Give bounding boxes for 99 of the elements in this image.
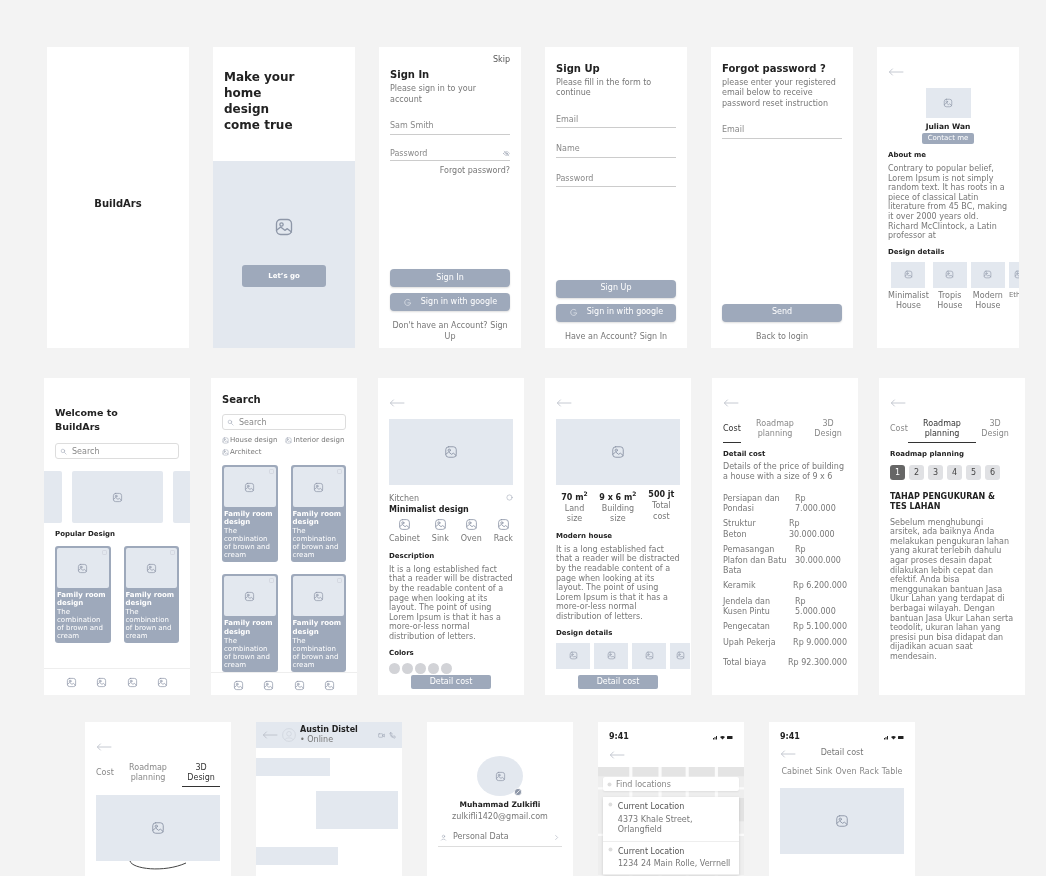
google-sign-in-button[interactable]: Sign in with google: [556, 303, 676, 322]
cost-item: Upah Pekerja: [723, 637, 776, 649]
tab[interactable]: Roadmap planning: [907, 419, 977, 443]
total-label: Total biaya: [723, 658, 767, 669]
detail-cost-button[interactable]: Detail cost: [578, 675, 658, 689]
subtitle-text: Please fill in the form to continue: [556, 78, 653, 99]
screen-title: Sign Up: [556, 63, 601, 74]
cost-amount: Rp 30.000.000: [795, 545, 842, 567]
password-field[interactable]: Password: [390, 146, 510, 161]
step-button[interactable]: 1: [890, 464, 905, 480]
stat-label: Land size: [563, 504, 586, 525]
tab[interactable]: Roadmap planning: [113, 763, 183, 787]
tab[interactable]: Roadmap planning: [740, 419, 810, 443]
search-field[interactable]: Search: [55, 443, 179, 459]
cost-amount: Rp 9.000.000: [793, 637, 847, 649]
location-title[interactable]: Current Location: [618, 846, 731, 857]
tab[interactable]: Cost: [96, 763, 114, 787]
subtitle-text: Details of the price of building a house with a size of 9 x 6: [723, 461, 845, 483]
primary-button[interactable]: Sign In: [390, 269, 510, 288]
input-field[interactable]: Sam Smith: [390, 119, 510, 135]
status-text: • Online: [300, 735, 335, 746]
screen-title: Detail cost: [819, 748, 865, 759]
location-address: 1234 24 Main Rolle, Verrnell: [618, 858, 731, 870]
input-field[interactable]: Email: [722, 123, 842, 139]
tab[interactable]: 3D Design: [182, 763, 220, 787]
app-logo: BuildArs: [94, 198, 142, 209]
paragraph-text: It is a long established fact that a reader will be distracted by the readable content of a page when looking at its layout. The point of using Lorem Ipsum is that it has a more-or-less normal distribution of letters.: [556, 544, 680, 622]
email-text: zulkifli1420@gmail.com: [451, 812, 549, 823]
detail-cost-button[interactable]: Detail cost: [411, 675, 491, 689]
status-time: 9:41: [780, 732, 800, 743]
footer-link[interactable]: Back to login: [722, 331, 842, 342]
category-label: Cabinet: [389, 534, 420, 545]
footer-link[interactable]: Don't have an Account? Sign Up: [390, 321, 510, 342]
total-amount: Rp 92.300.000: [788, 658, 847, 669]
cost-item: Keramik: [723, 581, 756, 592]
cost-item: Struktur Beton: [723, 519, 757, 541]
footer-link[interactable]: Have an Account? Sign In: [556, 331, 676, 342]
thumbnail-label: Modern House: [971, 290, 1004, 312]
cost-amount: Rp 5.100.000: [793, 622, 847, 633]
google-sign-in-button[interactable]: Sign in with google: [390, 293, 510, 312]
screen-title: Search: [222, 394, 262, 405]
cost-item: Pengecatan: [723, 622, 770, 633]
status-time: 9:41: [609, 732, 629, 743]
tab[interactable]: Oven: [835, 766, 857, 781]
cost-amount: Rp 6.200.000: [793, 581, 847, 592]
contact-name: Austin Distel: [300, 724, 359, 735]
stat-label: Total cost: [651, 501, 672, 523]
screen-title: Forgot password ?: [722, 63, 827, 74]
step-title: TAHAP PENGUKURAN & TES LAHAN: [890, 491, 996, 513]
screen-title: Welcome to BuildArs: [55, 406, 119, 434]
product-title: Minimalist design: [389, 505, 469, 515]
step-button[interactable]: 4: [947, 464, 962, 480]
cost-amount: Rp 5.000.000: [795, 596, 837, 618]
thumbnail-label: Minimalist House: [888, 290, 929, 312]
forgot-password-link[interactable]: Forgot password?: [439, 165, 510, 176]
tab[interactable]: Rack: [859, 766, 879, 781]
cost-amount: Rp 30.000.000: [788, 519, 836, 541]
step-button[interactable]: 2: [909, 464, 924, 480]
location-address: 4373 Khale Street, Orlangfield: [617, 814, 694, 836]
input-field[interactable]: Email: [556, 112, 676, 129]
tab[interactable]: Cabinet: [781, 766, 813, 781]
step-button[interactable]: 6: [985, 464, 1000, 480]
stat-label: Building size: [600, 504, 636, 525]
stat-value: 500 jt: [647, 490, 676, 501]
primary-button[interactable]: Send: [722, 303, 842, 322]
subtitle-text: please enter your registered email below to receive password reset instruction: [722, 78, 837, 110]
tab[interactable]: 3D Design: [976, 419, 1014, 443]
paragraph-text: Contrary to popular belief, Lorem Ipsum is not simply random text. It has roots in a piece of classical Latin literature from 45 BC, making it over 2000 years old. Richard McClintock, a Latin professor at: [888, 164, 1008, 241]
thumbnail-label: Tropis House: [936, 290, 964, 312]
step-button[interactable]: 3: [928, 464, 943, 480]
tab[interactable]: Sink: [815, 766, 833, 781]
tab[interactable]: Cost: [723, 419, 741, 443]
step-button[interactable]: 5: [966, 464, 981, 480]
paragraph-text: Sebelum menghubungi arsitek, ada baiknya Anda melakukan pengukuran lahan yang akurat terlebih dahulu agar proses desain dapat dilakukan lebih cepat dan efektif. Anda bisa menggunakan bantuan Jasa Ukur Lahan yang terdapat di berbagai wilayah. Dengan bantuan Jasa Ukur Lahan serta teodolit, ukuran lahan yang presisi pun bisa didapat dan dijadikan acuan saat mendesain.: [890, 517, 1014, 662]
location-title[interactable]: Current Location: [617, 802, 734, 813]
category-label: Rack: [493, 534, 513, 545]
stat-value: 9 x 6 m$^{2}$: [598, 490, 638, 504]
password-input[interactable]: Password: [390, 148, 503, 158]
category-label: Sink: [431, 534, 449, 545]
screen-title: Sign In: [390, 69, 431, 81]
cost-item: Jendela dan Kusen Pintu: [723, 596, 772, 618]
category-label: Kitchen: [389, 494, 421, 505]
subtitle-text: Please sign in to your account: [390, 84, 477, 106]
cost-amount: Rp 7.000.000: [795, 493, 837, 515]
tab[interactable]: 3D Design: [809, 419, 847, 443]
cost-item: Persiapan dan Pondasi: [723, 493, 781, 515]
input-field[interactable]: Name: [556, 142, 676, 158]
cost-item: Pemasangan Plafon dan Batu Bata: [723, 545, 787, 577]
stat-value: 70 m$^{2}$: [560, 490, 589, 504]
search-field[interactable]: Search: [222, 414, 346, 430]
menu-item[interactable]: Personal Data: [438, 828, 562, 847]
primary-button[interactable]: Sign Up: [556, 279, 676, 298]
paragraph-text: It is a long established fact that a reader will be distracted by the readable content of a page when looking at its layout. The point of using Lorem Ipsum is that it has a more-or-less normal distribution of letters.: [389, 564, 513, 642]
skip-link[interactable]: Skip: [493, 55, 510, 66]
headline-text: Make your home design come true: [224, 69, 296, 133]
tab[interactable]: Table: [881, 766, 903, 781]
category-label: Oven: [460, 534, 482, 545]
input-field[interactable]: Password: [556, 171, 676, 187]
tab[interactable]: Cost: [890, 419, 908, 443]
